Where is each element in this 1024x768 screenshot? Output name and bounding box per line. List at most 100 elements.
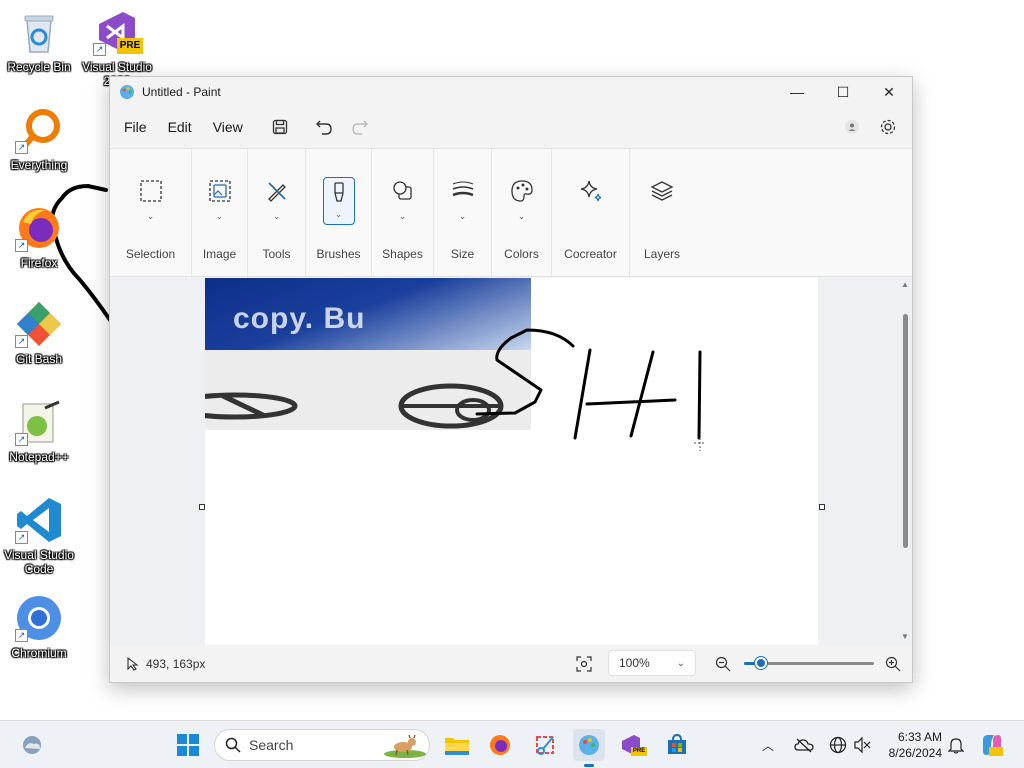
taskbar-file-explorer[interactable]: [441, 729, 473, 761]
ribbon-group-tools[interactable]: ⌄ Tools: [248, 149, 306, 276]
scroll-thumb[interactable]: [903, 314, 908, 548]
tray-network[interactable]: [826, 729, 850, 761]
search-highlight-icon: [384, 734, 426, 758]
ribbon-group-shapes[interactable]: ⌄ Shapes: [372, 149, 434, 276]
firefox-icon: [490, 735, 510, 755]
chevron-down-icon: ⌄: [398, 211, 407, 221]
image-icon: [208, 180, 231, 202]
widgets-button[interactable]: [16, 729, 48, 761]
chevron-down-icon: ⌄: [215, 211, 224, 221]
desktop-icon-recycle-bin[interactable]: Recycle Bin: [0, 8, 78, 74]
desktop-icon-label: Notepad++: [9, 450, 69, 464]
zoom-select[interactable]: 100% ⌄: [608, 650, 696, 676]
desktop-icon-everything[interactable]: ↗ Everything: [0, 106, 78, 172]
save-button[interactable]: [262, 112, 298, 142]
shapes-icon: [392, 181, 412, 200]
search-input[interactable]: [249, 737, 369, 753]
title-bar[interactable]: Untitled - Paint — ☐ ✕: [110, 77, 912, 107]
ribbon-group-layers[interactable]: Layers: [630, 149, 694, 276]
copilot-icon: [983, 735, 1003, 756]
drawing-canvas[interactable]: copy. Bu: [172, 278, 818, 645]
desktop-icon-git-bash[interactable]: ↗ Git Bash: [0, 300, 78, 366]
zoom-slider-knob[interactable]: [754, 657, 767, 669]
clock-time: 6:33 AM: [897, 730, 942, 744]
close-icon: ✕: [883, 83, 895, 100]
desktop-icon-visual-studio-code[interactable]: ↗ Visual Studio Code: [0, 496, 78, 576]
chevron-down-icon: ⌄: [458, 211, 467, 221]
ribbon-group-selection[interactable]: ⌄ Selection: [110, 149, 192, 276]
tray-onedrive[interactable]: [792, 729, 816, 761]
minimize-button[interactable]: —: [774, 77, 820, 107]
tools-icon: [267, 182, 286, 202]
notifications-button[interactable]: [944, 729, 968, 761]
ribbon-group-brushes[interactable]: ⌄ Brushes: [306, 149, 372, 276]
window-title: Untitled - Paint: [142, 85, 221, 99]
fit-to-window-icon[interactable]: [576, 656, 592, 672]
desktop-icon-notepad-plus-plus[interactable]: ↗ Notepad++: [0, 398, 78, 464]
taskbar-visual-studio[interactable]: PRE: [617, 729, 649, 761]
menu-view[interactable]: View: [205, 113, 251, 141]
tray-overflow-button[interactable]: ︿: [756, 729, 780, 761]
vscode-icon: ↗: [15, 496, 63, 544]
taskbar-search[interactable]: [214, 729, 430, 761]
brush-icon: [333, 182, 344, 202]
recycle-bin-icon: [15, 8, 63, 56]
taskbar: PRE ︿ 6:33 AM: [0, 720, 1024, 768]
paint-app-icon: [120, 85, 134, 99]
account-button[interactable]: [834, 112, 870, 142]
maximize-button[interactable]: ☐: [820, 77, 866, 107]
pointer-icon: [127, 656, 139, 671]
maximize-icon: ☐: [836, 83, 850, 100]
vertical-scrollbar[interactable]: ▲ ▼: [900, 278, 912, 645]
taskbar-snipping-tool[interactable]: [529, 729, 561, 761]
close-button[interactable]: ✕: [866, 77, 912, 107]
menu-file[interactable]: File: [116, 113, 155, 141]
taskbar-paint[interactable]: [573, 729, 605, 767]
taskbar-clock[interactable]: 6:33 AM 8/26/2024: [876, 729, 942, 761]
desktop-icon-firefox[interactable]: ↗ Firefox: [0, 204, 78, 270]
copilot-button[interactable]: [976, 729, 1008, 761]
layers-icon: [650, 181, 674, 201]
weather-icon: [23, 736, 41, 754]
ribbon-group-size[interactable]: ⌄ Size: [434, 149, 492, 276]
cloud-off-icon: [794, 738, 814, 753]
redo-icon: [352, 120, 368, 135]
desktop-icon-chromium[interactable]: ↗ Chromium: [0, 594, 78, 660]
ribbon-group-colors[interactable]: ⌄ Colors: [492, 149, 552, 276]
ribbon-group-image[interactable]: ⌄ Image: [192, 149, 248, 276]
desktop-icon-label: Everything: [10, 158, 68, 172]
ribbon-label: Tools: [262, 247, 291, 261]
start-button[interactable]: [172, 729, 204, 761]
resize-handle-right[interactable]: [819, 504, 825, 510]
zoom-out-icon[interactable]: [715, 656, 731, 672]
ribbon-toolbar: ⌄ Selection ⌄ Image ⌄ Tools ⌄ Brushes ⌄ …: [110, 148, 912, 277]
chevron-down-icon: ⌄: [334, 209, 343, 219]
snipping-tool-icon: [536, 736, 554, 755]
zoom-slider[interactable]: [744, 657, 874, 669]
folder-icon: [445, 738, 469, 755]
chevron-down-icon: ⌄: [146, 211, 155, 221]
desktop-icon-label: Firefox: [20, 256, 58, 270]
pre-badge: PRE: [631, 747, 647, 756]
firefox-icon: ↗: [15, 204, 63, 252]
size-icon: [452, 181, 473, 197]
zoom-in-icon[interactable]: [885, 656, 901, 672]
tray-volume[interactable]: [850, 729, 874, 761]
shortcut-arrow-icon: ↗: [15, 531, 28, 544]
shortcut-arrow-icon: ↗: [15, 335, 28, 348]
settings-button[interactable]: [870, 112, 906, 142]
scroll-up-icon[interactable]: ▲: [901, 280, 909, 289]
scroll-down-icon[interactable]: ▼: [901, 632, 909, 641]
menu-edit[interactable]: Edit: [160, 113, 200, 141]
chevron-down-icon: ⌄: [272, 211, 281, 221]
chevron-down-icon: ⌄: [517, 211, 526, 221]
taskbar-store[interactable]: [661, 729, 693, 761]
redo-button[interactable]: [342, 112, 378, 142]
undo-button[interactable]: [306, 112, 342, 142]
active-indicator: [584, 764, 594, 767]
resize-handle-left[interactable]: [199, 504, 205, 510]
taskbar-firefox[interactable]: [484, 729, 516, 761]
ribbon-label: Cocreator: [564, 247, 617, 261]
selection-icon: [139, 180, 162, 202]
ribbon-group-cocreator[interactable]: Cocreator: [552, 149, 630, 276]
